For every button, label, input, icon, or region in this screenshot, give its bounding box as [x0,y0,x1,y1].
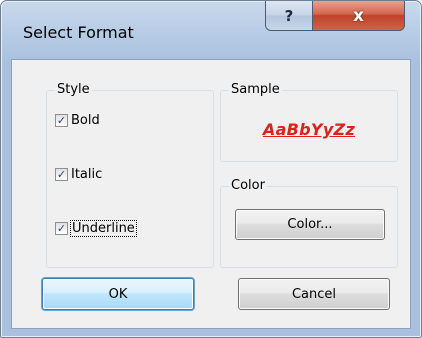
checkmark-icon: ✓ [56,222,67,235]
color-picker-button[interactable]: Color... [235,209,385,240]
sample-preview-text: AaBbYyZz [262,120,356,139]
underline-checkbox-label[interactable]: Underline [70,220,137,237]
dialog-body: Style ✓ Bold ✓ Italic ✓ Underline Sample… [11,59,411,329]
title-bar[interactable]: Select Format ? x [1,1,421,59]
bold-checkbox-row[interactable]: ✓ Bold [55,113,100,128]
bold-checkbox[interactable]: ✓ [55,114,68,127]
dialog-title: Select Format [23,23,134,42]
underline-checkbox-row[interactable]: ✓ Underline [55,220,137,237]
style-group-label: Style [55,82,92,98]
bold-checkbox-label[interactable]: Bold [71,113,100,128]
help-button[interactable]: ? [265,1,313,31]
color-group-label: Color [229,178,267,194]
checkmark-icon: ✓ [56,114,67,127]
close-icon: x [353,5,364,26]
color-groupbox: Color Color... [220,178,398,268]
style-groupbox: Style ✓ Bold ✓ Italic ✓ Underline [46,82,214,268]
sample-groupbox: Sample AaBbYyZz [220,82,398,162]
close-button[interactable]: x [312,1,405,31]
help-icon: ? [284,6,294,25]
italic-checkbox-label[interactable]: Italic [71,167,102,182]
checkmark-icon: ✓ [56,168,67,181]
select-format-dialog: Select Format ? x Style ✓ Bold ✓ Italic [0,0,422,338]
italic-checkbox-row[interactable]: ✓ Italic [55,167,102,182]
cancel-button[interactable]: Cancel [238,278,390,310]
italic-checkbox[interactable]: ✓ [55,168,68,181]
underline-checkbox[interactable]: ✓ [55,222,68,235]
ok-button[interactable]: OK [42,278,194,310]
sample-group-label: Sample [229,82,282,98]
